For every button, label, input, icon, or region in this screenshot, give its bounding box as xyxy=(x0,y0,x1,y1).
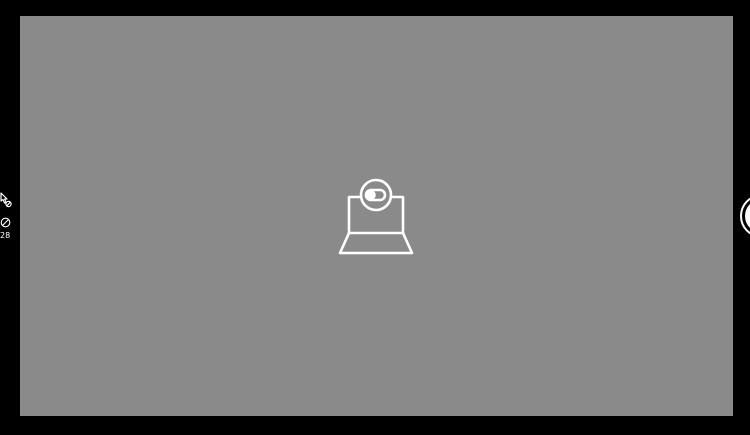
camera-screen: 28 xyxy=(0,0,750,435)
pointer-icon[interactable] xyxy=(0,192,12,208)
camera-off-icon xyxy=(338,178,414,255)
timer-count: 28 xyxy=(0,231,11,240)
timer-icon[interactable] xyxy=(0,217,11,228)
shutter-button-inner xyxy=(745,199,750,233)
shutter-button[interactable] xyxy=(740,194,750,238)
